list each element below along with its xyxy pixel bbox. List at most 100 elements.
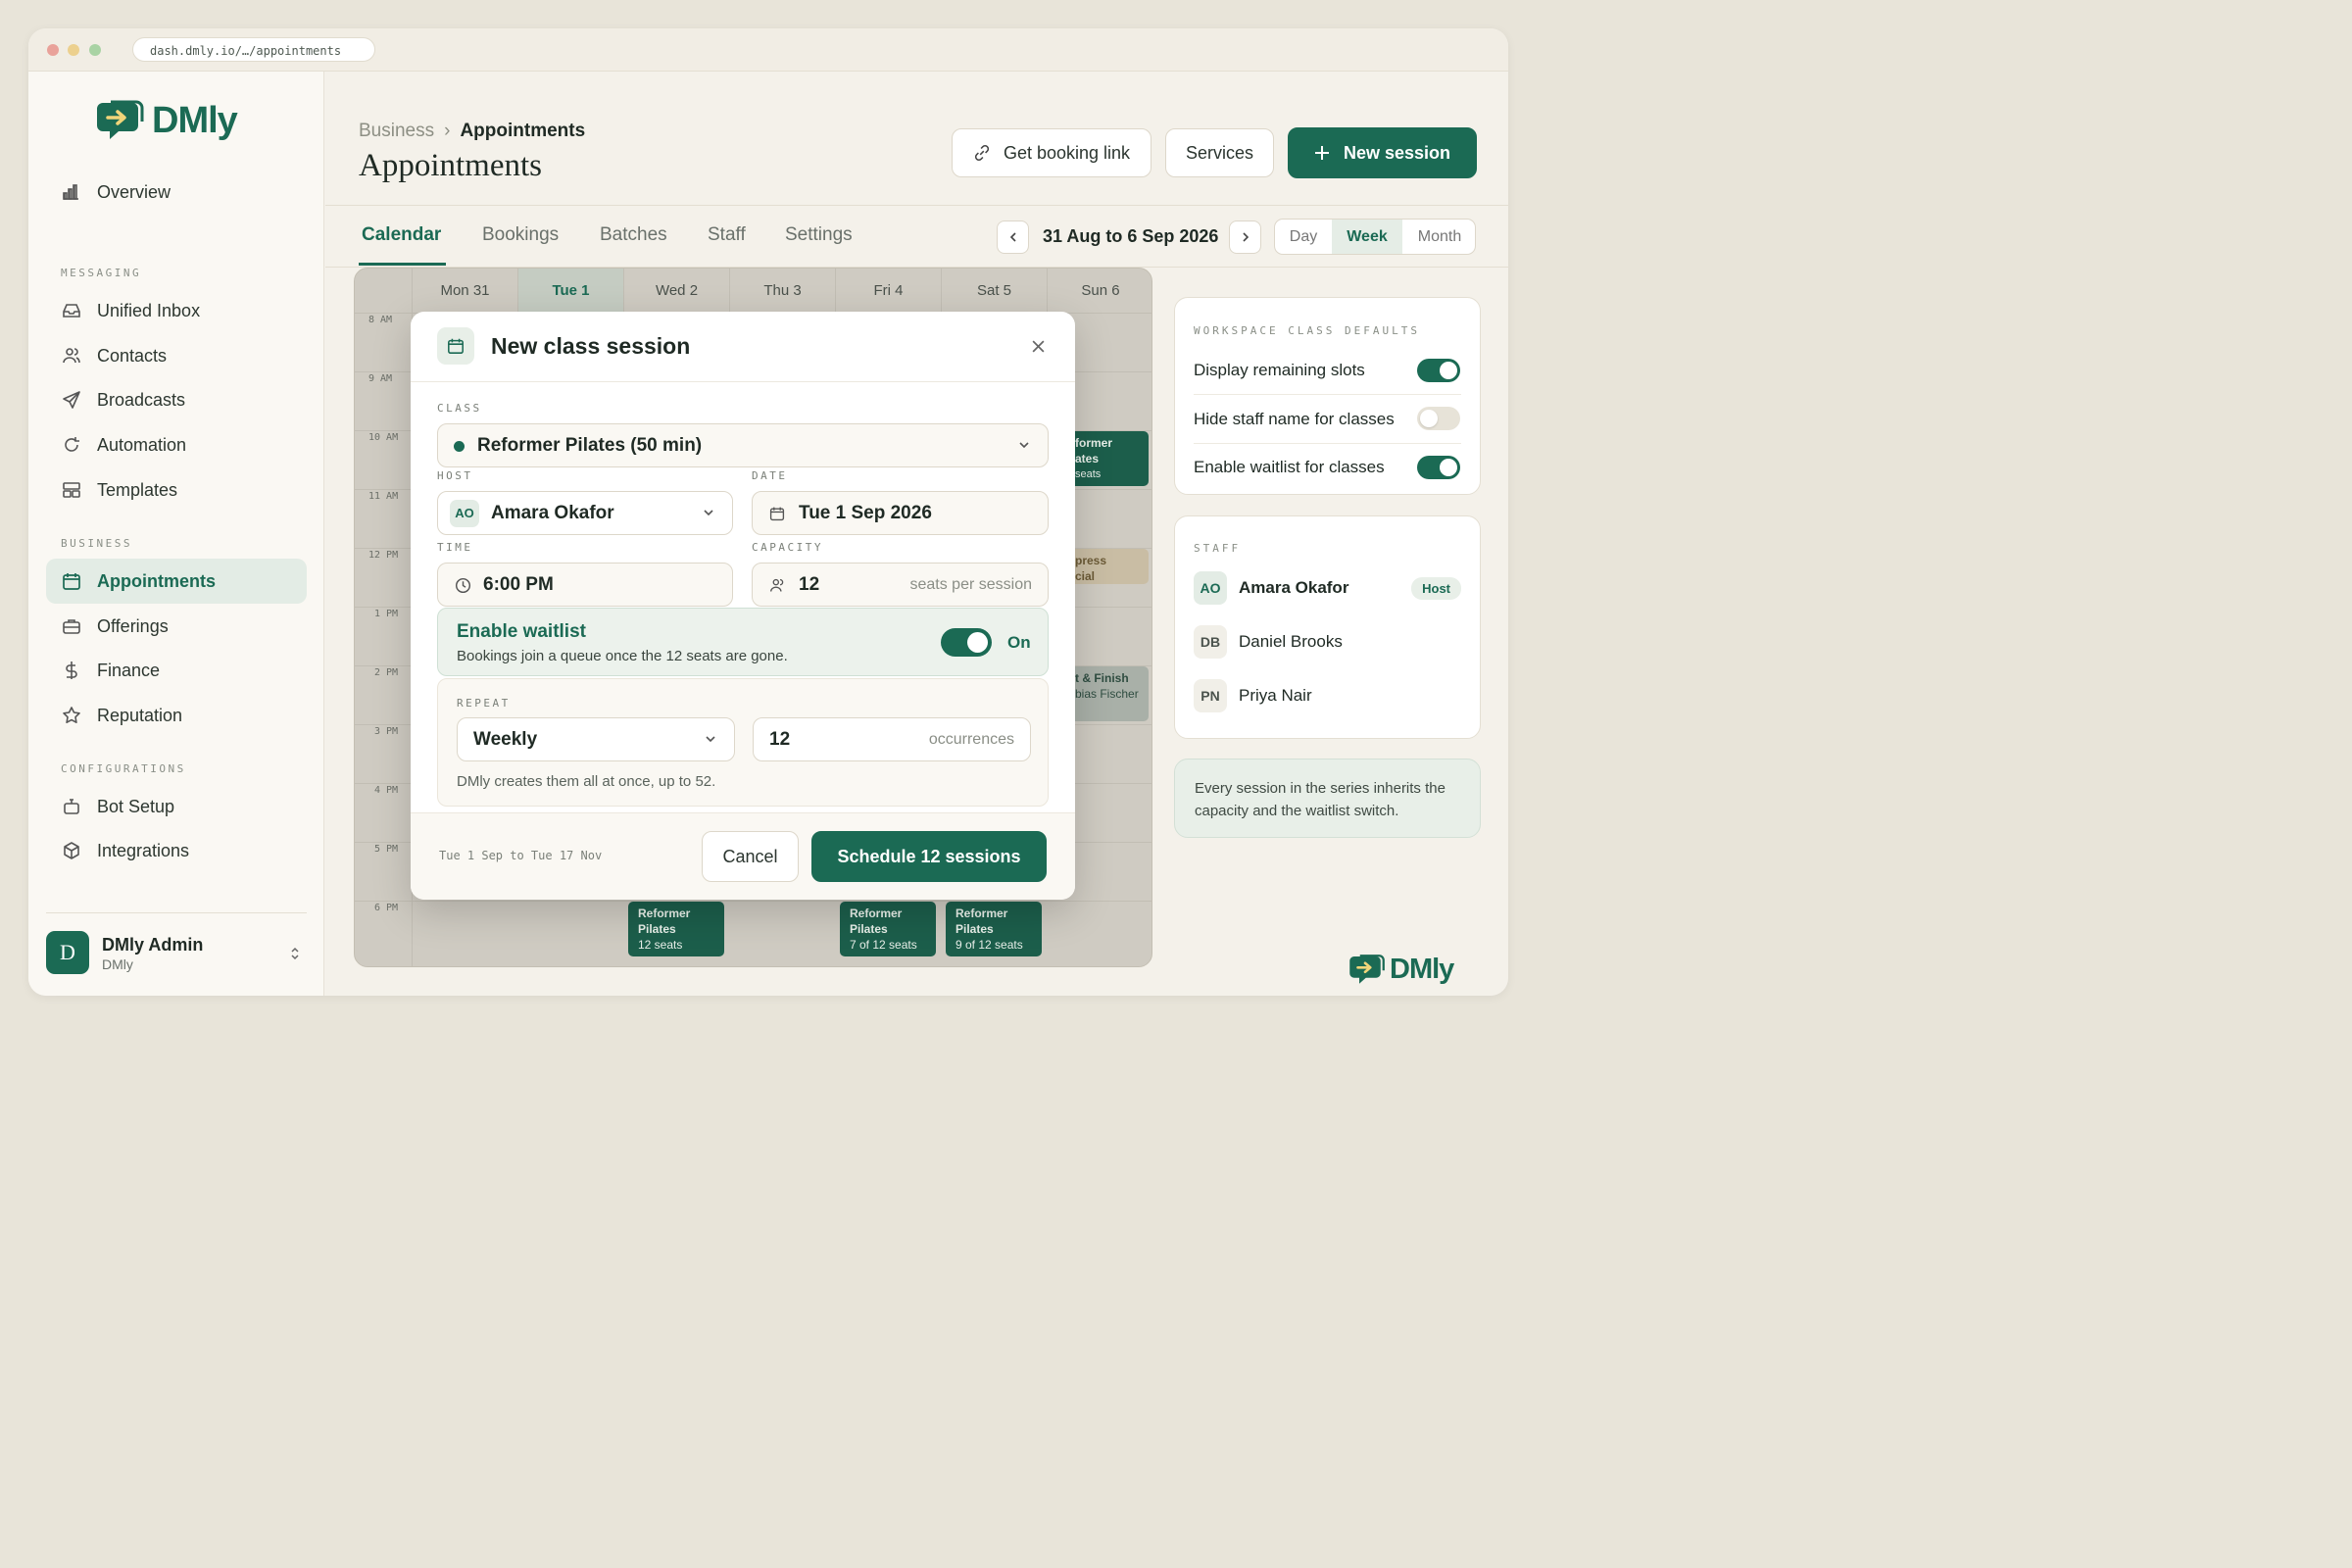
staff-initials: PN <box>1194 679 1227 712</box>
minimize-window-dot[interactable] <box>68 44 79 56</box>
sidebar-item-templates[interactable]: Templates <box>46 467 307 513</box>
staff-row[interactable]: AO Amara Okafor Host <box>1194 571 1461 605</box>
date-field[interactable]: Tue 1 Sep 2026 <box>752 491 1049 535</box>
sidebar-item-integrations[interactable]: Integrations <box>46 828 307 873</box>
maximize-window-dot[interactable] <box>89 44 101 56</box>
new-session-label: New session <box>1343 142 1451 163</box>
brand-logo[interactable]: DMly <box>97 99 238 142</box>
tab-settings[interactable]: Settings <box>785 224 853 246</box>
display-remaining-slots-toggle[interactable] <box>1417 359 1460 382</box>
sidebar-item-label: Reputation <box>97 705 183 725</box>
sidebar-item-offerings[interactable]: Offerings <box>46 604 307 649</box>
calendar-event[interactable]: Reformer Pilates 12 seats <box>628 902 724 956</box>
info-note: Every session in the series inherits the… <box>1174 759 1481 838</box>
view-day[interactable]: Day <box>1275 220 1332 254</box>
address-bar[interactable]: dash.dmly.io/…/appointments <box>132 37 375 62</box>
day-header[interactable]: Mon 31 <box>412 269 517 313</box>
get-booking-link-button[interactable]: Get booking link <box>952 128 1152 177</box>
day-header[interactable]: Fri 4 <box>835 269 941 313</box>
day-header[interactable]: Sun 6 <box>1047 269 1152 313</box>
sidebar-item-label: Integrations <box>97 840 190 860</box>
active-tab-indicator <box>359 263 446 266</box>
day-header[interactable]: Thu 3 <box>729 269 835 313</box>
sidebar-item-contacts[interactable]: Contacts <box>46 333 307 378</box>
class-select[interactable]: Reformer Pilates (50 min) <box>437 423 1049 467</box>
footer-brand-name: DMly <box>1390 954 1454 985</box>
sidebar-item-overview[interactable]: Overview <box>46 170 307 215</box>
close-window-dot[interactable] <box>47 44 59 56</box>
repeat-card: REPEAT Weekly 12 occurrences DMly create… <box>437 678 1049 807</box>
new-session-button[interactable]: New session <box>1288 127 1477 178</box>
view-week[interactable]: Week <box>1332 220 1402 254</box>
services-button[interactable]: Services <box>1165 128 1274 177</box>
sidebar-item-reputation[interactable]: Reputation <box>46 693 307 738</box>
setting-label: Hide staff name for classes <box>1194 410 1395 428</box>
sidebar-item-broadcasts[interactable]: Broadcasts <box>46 377 307 422</box>
sidebar-item-unified-inbox[interactable]: Unified Inbox <box>46 288 307 333</box>
tab-bookings[interactable]: Bookings <box>482 224 559 246</box>
calendar-event[interactable]: Reformer Pilates 9 of 12 seats <box>946 902 1042 956</box>
sidebar-item-appointments[interactable]: Appointments <box>46 559 307 604</box>
time-value: 6:00 PM <box>483 573 554 595</box>
capacity-field[interactable]: 12 seats per session <box>752 563 1049 607</box>
close-icon[interactable] <box>1031 339 1046 354</box>
sidebar-item-automation[interactable]: Automation <box>46 422 307 467</box>
host-badge: Host <box>1411 576 1461 600</box>
calendar-event[interactable]: Reformer Pilates 7 of 12 seats <box>840 902 936 956</box>
hour-label: 6 PM <box>374 903 399 913</box>
sidebar-item-label: Overview <box>97 181 172 202</box>
sidebar-item-label: Appointments <box>97 570 216 591</box>
prev-week-button[interactable] <box>997 220 1029 254</box>
hour-label: 12 PM <box>368 550 399 561</box>
setting-label: Enable waitlist for classes <box>1194 458 1385 476</box>
time-field[interactable]: 6:00 PM <box>437 563 733 607</box>
staff-row[interactable]: PN Priya Nair <box>1194 679 1312 712</box>
next-week-button[interactable] <box>1229 220 1261 254</box>
tab-calendar[interactable]: Calendar <box>362 224 441 246</box>
breadcrumb-parent[interactable]: Business <box>359 121 434 142</box>
date-label: DATE <box>752 469 788 482</box>
users-icon <box>63 348 80 364</box>
avatar: D <box>46 931 89 974</box>
view-month[interactable]: Month <box>1402 220 1475 254</box>
schedule-sessions-button[interactable]: Schedule 12 sessions <box>811 831 1047 882</box>
new-class-session-modal: New class session CLASS Reformer Pilates… <box>411 312 1075 900</box>
cancel-button[interactable]: Cancel <box>702 831 799 882</box>
calendar-event[interactable]: former ates seats <box>1065 431 1149 486</box>
link-icon <box>974 145 990 161</box>
staff-name: Amara Okafor <box>1239 578 1349 597</box>
chevron-up-down-icon[interactable] <box>289 946 301 961</box>
tab-batches[interactable]: Batches <box>600 224 667 246</box>
chevron-down-icon <box>704 510 713 516</box>
hour-label: 4 PM <box>374 785 399 796</box>
occurrences-field[interactable]: 12 occurrences <box>753 717 1031 761</box>
tab-staff[interactable]: Staff <box>708 224 746 246</box>
occurrences-suffix: occurrences <box>928 731 1014 748</box>
day-header-today[interactable]: Tue 1 <box>517 269 623 313</box>
sidebar-item-bot-setup[interactable]: Bot Setup <box>46 784 307 829</box>
user-menu[interactable]: D DMly Admin DMly <box>46 912 307 996</box>
waitlist-toggle[interactable] <box>941 628 992 657</box>
logo-mark-icon <box>97 100 144 139</box>
calendar-event[interactable]: press cial <box>1065 549 1149 584</box>
hour-label: 8 AM <box>368 315 393 325</box>
calendar-event[interactable]: t & Finish bias Fischer <box>1065 666 1149 721</box>
repeat-select[interactable]: Weekly <box>457 717 735 761</box>
panel-title: STAFF <box>1194 542 1242 555</box>
repeat-label: REPEAT <box>457 697 511 710</box>
host-label: HOST <box>437 469 473 482</box>
sidebar-item-finance[interactable]: Finance <box>46 648 307 693</box>
hide-staff-name-toggle[interactable] <box>1417 407 1460 430</box>
day-header[interactable]: Sat 5 <box>941 269 1047 313</box>
class-label: CLASS <box>437 402 482 415</box>
breadcrumb-current: Appointments <box>460 121 586 141</box>
enable-waitlist-toggle[interactable] <box>1417 456 1460 479</box>
chevron-left-icon <box>1009 232 1016 242</box>
staff-row[interactable]: DB Daniel Brooks <box>1194 625 1343 659</box>
host-initials: AO <box>450 500 479 527</box>
sidebar-item-label: Broadcasts <box>97 389 186 410</box>
day-header[interactable]: Wed 2 <box>623 269 729 313</box>
briefcase-icon <box>63 619 80 634</box>
host-select[interactable]: AO Amara Okafor <box>437 491 733 535</box>
sidebar-item-label: Offerings <box>97 615 169 636</box>
